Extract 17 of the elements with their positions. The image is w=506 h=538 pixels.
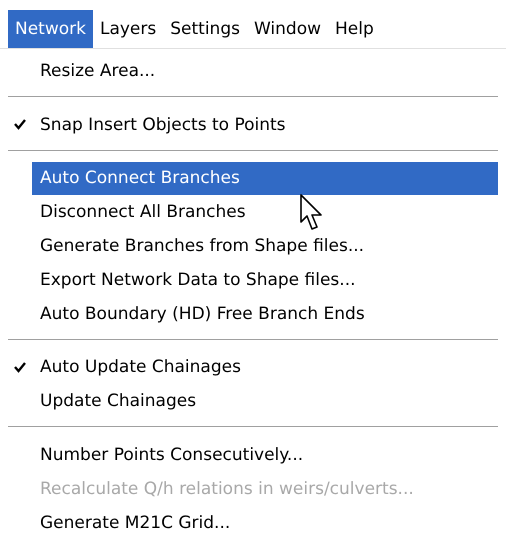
menu-bar-item[interactable]: Layers xyxy=(92,10,164,48)
menu-item[interactable]: Number Points Consecutively... xyxy=(32,438,498,472)
menu-item[interactable]: Export Network Data to Shape files... xyxy=(32,262,498,297)
menu-item[interactable]: Generate Branches from Shape files... xyxy=(32,229,498,263)
menu-item[interactable]: Snap Insert Objects to Points xyxy=(32,108,498,142)
menu-item[interactable]: Auto Boundary (HD) Free Branch Ends xyxy=(32,296,498,331)
menu-bar-item[interactable]: Network xyxy=(8,10,93,48)
menu-item[interactable]: Auto Connect Branches xyxy=(32,162,498,196)
menu-bar-item[interactable]: Window xyxy=(246,10,328,48)
menu-bar-item[interactable]: Help xyxy=(328,10,381,48)
mouse-pointer-icon xyxy=(300,194,324,232)
menu-item[interactable]: Disconnect All Branches xyxy=(32,195,498,230)
menu-item[interactable]: Generate M21C Grid... xyxy=(32,506,498,538)
menu-item[interactable]: Resize Area... xyxy=(32,54,498,88)
menu-bar-item[interactable]: Settings xyxy=(163,10,247,48)
menu-item[interactable]: Update Chainages xyxy=(32,384,498,418)
menu-item[interactable]: Auto Update Chainages xyxy=(32,350,498,384)
